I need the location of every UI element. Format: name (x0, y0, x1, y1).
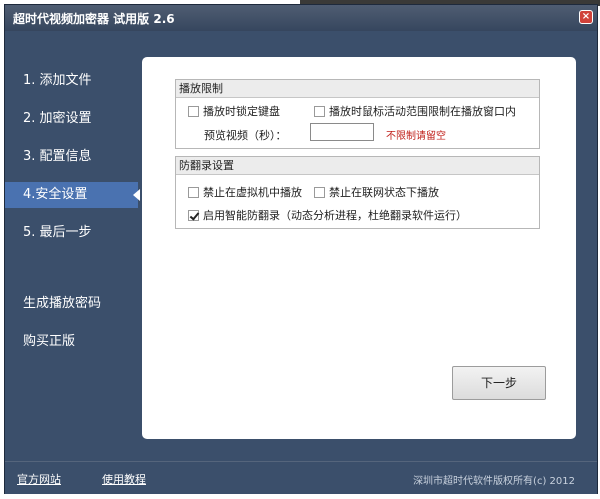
checkbox-box[interactable] (314, 106, 325, 117)
group-title: 播放限制 (176, 80, 539, 98)
footer-bar: 官方网站 使用教程 深圳市超时代软件版权所有(c) 2012 (5, 461, 597, 494)
sidebar-item-security-settings[interactable]: 4.安全设置 (5, 182, 140, 208)
anti-record-group: 防翻录设置 禁止在虚拟机中播放 禁止在联网状态下播放 启用智能防翻录（动态分析进… (175, 156, 540, 229)
preview-label: 预览视频（秒）： (204, 129, 287, 142)
preview-hint: 不限制请留空 (386, 131, 446, 142)
tutorial-link[interactable]: 使用教程 (102, 471, 146, 487)
no-vm-checkbox[interactable]: 禁止在虚拟机中播放 (188, 184, 302, 200)
sidebar-item-config-info[interactable]: 3. 配置信息 (5, 144, 138, 170)
sidebar-nav: 1. 添加文件 2. 加密设置 3. 配置信息 4.安全设置 5. 最后一步 生… (5, 31, 140, 461)
checkbox-box[interactable] (314, 187, 325, 198)
checkbox-label: 禁止在联网状态下播放 (329, 186, 439, 199)
smart-anti-record-checkbox[interactable]: 启用智能防翻录（动态分析进程，杜绝翻录软件运行） (188, 207, 467, 223)
sidebar-item-final-step[interactable]: 5. 最后一步 (5, 220, 138, 246)
checkbox-label: 播放时锁定键盘 (203, 105, 280, 118)
checkbox-box[interactable] (188, 106, 199, 117)
sidebar-item-label: 4.安全设置 (23, 187, 88, 202)
active-arrow-icon (133, 189, 140, 201)
window-title: 超时代视频加密器 试用版 2.6 (13, 12, 175, 26)
title-bar[interactable]: 超时代视频加密器 试用版 2.6 × (5, 5, 597, 31)
buy-full-version-link[interactable]: 购买正版 (5, 329, 138, 355)
no-online-checkbox[interactable]: 禁止在联网状态下播放 (314, 184, 439, 200)
checkbox-label: 播放时鼠标活动范围限制在播放窗口内 (329, 105, 516, 118)
group-title: 防翻录设置 (176, 157, 539, 175)
copyright-text: 深圳市超时代软件版权所有(c) 2012 (413, 476, 575, 487)
close-icon[interactable]: × (579, 10, 593, 24)
generate-password-link[interactable]: 生成播放密码 (5, 291, 138, 317)
playback-limit-group: 播放限制 播放时锁定键盘 播放时鼠标活动范围限制在播放窗口内 预览视频（秒）： … (175, 79, 540, 149)
app-window: 超时代视频加密器 试用版 2.6 × 1. 添加文件 2. 加密设置 3. 配置… (4, 4, 598, 494)
sidebar-item-add-files[interactable]: 1. 添加文件 (5, 68, 138, 94)
official-site-link[interactable]: 官方网站 (17, 471, 61, 487)
content-panel: 播放限制 播放时锁定键盘 播放时鼠标活动范围限制在播放窗口内 预览视频（秒）： … (142, 57, 576, 439)
restrict-mouse-checkbox[interactable]: 播放时鼠标活动范围限制在播放窗口内 (314, 103, 516, 119)
lock-keyboard-checkbox[interactable]: 播放时锁定键盘 (188, 103, 280, 119)
checkbox-label: 禁止在虚拟机中播放 (203, 186, 302, 199)
checkbox-label: 启用智能防翻录（动态分析进程，杜绝翻录软件运行） (203, 209, 467, 222)
next-step-button[interactable]: 下一步 (452, 366, 546, 400)
preview-seconds-input[interactable] (310, 123, 374, 141)
sidebar-item-encryption-settings[interactable]: 2. 加密设置 (5, 106, 138, 132)
checkbox-box[interactable] (188, 187, 199, 198)
checkbox-box[interactable] (188, 210, 199, 221)
